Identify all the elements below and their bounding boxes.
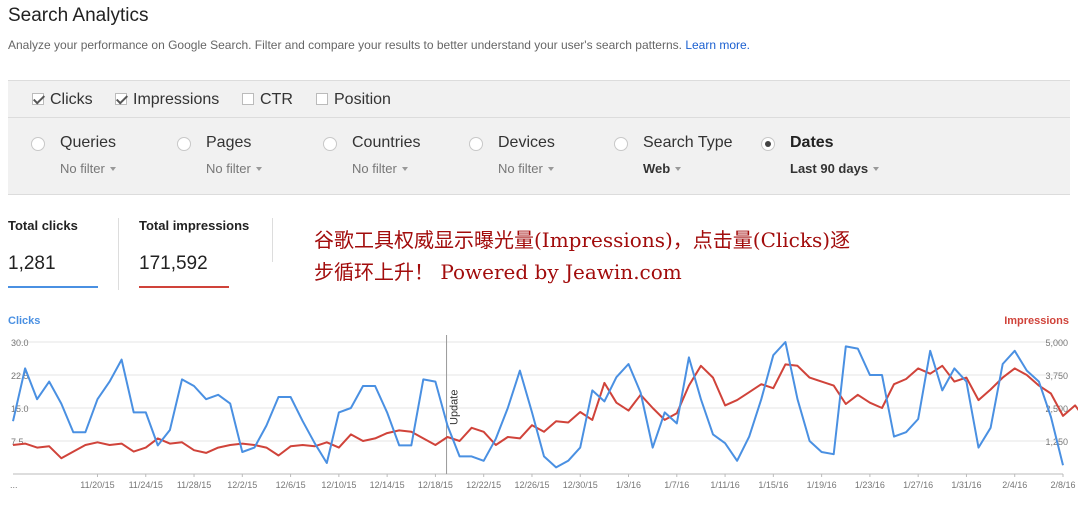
chevron-down-icon	[255, 167, 262, 171]
impressions-series-line	[12, 363, 1078, 460]
left-tick-label: 15.0	[11, 404, 29, 414]
checkbox-icon[interactable]	[115, 93, 127, 105]
right-tick-label: 3,750	[1045, 371, 1068, 381]
clicks-underline	[8, 286, 98, 288]
metric-label: Impressions	[133, 91, 220, 108]
total-impressions[interactable]: Total impressions 171,592	[139, 218, 250, 288]
x-tick-label: 12/10/15	[321, 480, 356, 490]
filter-dropdown[interactable]: No filter	[498, 161, 554, 176]
overlay-line-2: 步循环上升！ Powered by Jeawin.com	[314, 260, 682, 284]
chevron-down-icon	[675, 167, 682, 171]
x-tick-label: 12/2/15	[227, 480, 257, 490]
chevron-down-icon	[109, 167, 116, 171]
filter-dropdown[interactable]: No filter	[206, 161, 262, 176]
description-text: Analyze your performance on Google Searc…	[8, 38, 682, 52]
overlay-line-1: 谷歌工具权威显示曝光量(Impressions)，点击量(Clicks)逐	[314, 228, 851, 252]
metric-label: Position	[334, 91, 391, 108]
radio-icon[interactable]	[614, 137, 628, 151]
clicks-series-line	[12, 341, 1064, 469]
group-by-label: Pages	[206, 134, 252, 151]
checkbox-icon[interactable]	[316, 93, 328, 105]
x-tick-label: 11/28/15	[177, 480, 211, 490]
x-tick-label: 1/19/16	[807, 480, 837, 490]
filter-dropdown[interactable]: No filter	[60, 161, 116, 176]
x-tick-label: 1/11/16	[710, 480, 739, 490]
overlay-caption: 谷歌工具权威显示曝光量(Impressions)，点击量(Clicks)逐 步循…	[314, 224, 1014, 288]
total-impressions-value: 171,592	[139, 253, 208, 274]
learn-more-link[interactable]: Learn more.	[685, 38, 750, 52]
group-by-label: Devices	[498, 134, 555, 151]
x-tick-label: 1/31/16	[951, 480, 981, 490]
x-tick-label: 11/20/15	[80, 480, 114, 490]
metric-impressions[interactable]: Impressions	[115, 91, 219, 109]
checkbox-icon[interactable]	[242, 93, 254, 105]
x-tick-label: 1/27/16	[903, 480, 933, 490]
total-clicks-value: 1,281	[8, 253, 56, 274]
group-by-label: Search Type	[643, 134, 733, 151]
chevron-down-icon	[873, 167, 880, 171]
x-tick-label: 11/24/15	[129, 480, 163, 490]
divider	[272, 218, 273, 262]
x-tick-label: 12/14/15	[370, 480, 405, 490]
x-tick-label: 12/6/15	[276, 480, 306, 490]
radio-icon[interactable]	[323, 137, 337, 151]
chevron-down-icon	[547, 167, 554, 171]
chevron-down-icon	[401, 167, 408, 171]
radio-icon[interactable]	[469, 137, 483, 151]
x-tick-label: 12/18/15	[418, 480, 453, 490]
x-tick-label: 2/4/16	[1002, 480, 1027, 490]
filter-dropdown[interactable]: Last 90 days	[790, 161, 880, 176]
metrics-bar: Clicks Impressions CTR Position	[8, 80, 1070, 118]
right-axis-title: Impressions	[1004, 315, 1069, 327]
x-tick-label: 12/22/15	[466, 480, 501, 490]
x-tick-label: ...	[10, 480, 18, 490]
x-tick-label: 1/3/16	[616, 480, 641, 490]
filter-dropdown[interactable]: Web	[643, 161, 682, 176]
group-by-bar: Queries No filter Pages No filter Countr…	[8, 118, 1070, 195]
x-tick-label: 12/26/15	[514, 480, 549, 490]
x-tick-label: 1/23/16	[855, 480, 885, 490]
performance-chart: Clicks Impressions7.515.022.530.01,2502,5…	[8, 315, 1078, 490]
left-axis-title: Clicks	[8, 315, 40, 327]
total-impressions-label: Total impressions	[139, 218, 250, 233]
left-tick-label: 30.0	[11, 338, 29, 348]
annotation-label: Update	[449, 390, 461, 425]
metric-position[interactable]: Position	[316, 91, 391, 109]
radio-icon[interactable]	[31, 137, 45, 151]
radio-icon[interactable]	[761, 137, 775, 151]
x-tick-label: 1/15/16	[758, 480, 788, 490]
divider	[118, 218, 119, 290]
radio-icon[interactable]	[177, 137, 191, 151]
group-by-label: Countries	[352, 134, 421, 151]
impressions-underline	[139, 286, 229, 288]
filter-dropdown[interactable]: No filter	[352, 161, 408, 176]
x-tick-label: 1/7/16	[664, 480, 689, 490]
checkbox-icon[interactable]	[32, 93, 44, 105]
x-tick-label: 2/8/16	[1050, 480, 1075, 490]
right-tick-label: 5,000	[1045, 338, 1068, 348]
metric-label: Clicks	[50, 91, 93, 108]
metric-ctr[interactable]: CTR	[242, 91, 293, 109]
x-tick-label: 12/30/15	[563, 480, 598, 490]
metric-label: CTR	[260, 91, 293, 108]
page-description: Analyze your performance on Google Searc…	[8, 38, 750, 52]
metric-clicks[interactable]: Clicks	[32, 91, 93, 109]
group-by-label: Dates	[790, 134, 834, 151]
total-clicks[interactable]: Total clicks 1,281	[8, 218, 98, 288]
page-title: Search Analytics	[8, 5, 149, 26]
group-by-label: Queries	[60, 134, 117, 151]
total-clicks-label: Total clicks	[8, 218, 78, 233]
